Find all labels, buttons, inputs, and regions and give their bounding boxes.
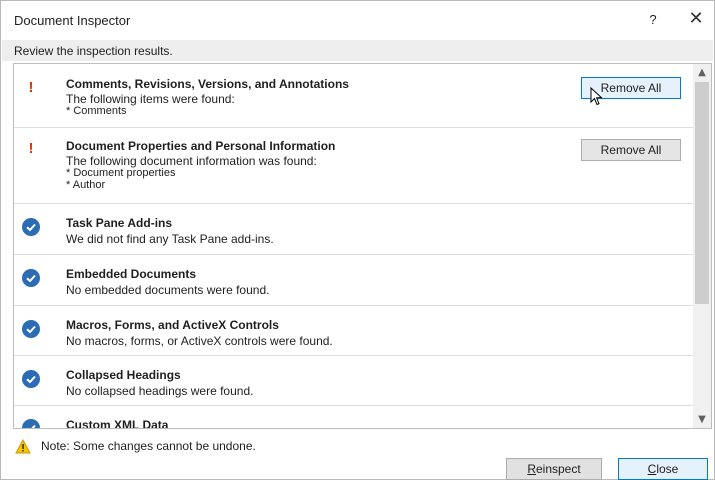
- help-button[interactable]: ?: [641, 7, 665, 33]
- result-title: Macros, Forms, and ActiveX Controls: [66, 318, 279, 332]
- result-description: No embedded documents were found.: [66, 283, 270, 297]
- scrollbar-thumb[interactable]: [695, 82, 709, 304]
- remove-all-properties-button[interactable]: Remove All: [581, 139, 681, 161]
- result-row-collapsed-headings: Collapsed Headings No collapsed headings…: [14, 356, 693, 406]
- result-row-document-properties: ! Document Properties and Personal Infor…: [14, 128, 693, 204]
- document-inspector-dialog: Document Inspector ? ✕ Review the inspec…: [0, 0, 715, 480]
- result-description: No collapsed headings were found.: [66, 384, 254, 398]
- result-description: The following items were found:: [66, 92, 235, 106]
- checkmark-icon: [22, 218, 40, 236]
- checkmark-icon: [22, 370, 40, 388]
- checkmark-icon: [22, 269, 40, 287]
- result-description: No macros, forms, or ActiveX controls we…: [66, 334, 333, 348]
- chevron-up-icon[interactable]: ▲: [693, 64, 711, 81]
- note-text: Note: Some changes cannot be undone.: [41, 439, 256, 453]
- checkmark-icon: [22, 320, 40, 338]
- mouse-cursor-icon: [590, 87, 603, 106]
- checkmark-icon: [22, 419, 40, 428]
- close-icon[interactable]: ✕: [683, 7, 709, 33]
- title-bar: Document Inspector ? ✕: [1, 1, 714, 39]
- result-row-custom-xml: Custom XML Data: [14, 406, 693, 429]
- result-detail: * Comments: [66, 105, 127, 117]
- result-description: We did not find any Task Pane add-ins.: [66, 232, 274, 246]
- warning-triangle-icon: [15, 439, 31, 454]
- dialog-title: Document Inspector: [14, 13, 131, 28]
- exclamation-icon: !: [28, 79, 34, 96]
- result-title: Collapsed Headings: [66, 368, 181, 382]
- reinspect-label: einspect: [535, 462, 581, 476]
- chevron-down-icon[interactable]: ▼: [693, 411, 711, 428]
- subtitle-bar: Review the inspection results.: [2, 40, 713, 61]
- result-title: Embedded Documents: [66, 267, 197, 281]
- vertical-scrollbar[interactable]: ▲ ▼: [693, 64, 711, 428]
- result-title: Document Properties and Personal Informa…: [66, 139, 336, 153]
- close-label: lose: [656, 462, 679, 476]
- result-title: Comments, Revisions, Versions, and Annot…: [66, 77, 349, 91]
- subtitle-text: Review the inspection results.: [14, 44, 173, 58]
- result-title: Custom XML Data: [66, 418, 169, 429]
- close-button[interactable]: Close: [618, 458, 708, 480]
- reinspect-button[interactable]: Reinspect: [506, 458, 602, 480]
- reinspect-access-key: R: [527, 462, 536, 476]
- result-detail: * Document properties: [66, 167, 176, 179]
- result-detail: * Author: [66, 179, 106, 191]
- exclamation-icon: !: [28, 140, 34, 157]
- result-row-embedded-documents: Embedded Documents No embedded documents…: [14, 255, 693, 306]
- result-description: The following document information was f…: [66, 154, 317, 168]
- results-list[interactable]: ! Comments, Revisions, Versions, and Ann…: [13, 63, 712, 429]
- result-title: Task Pane Add-ins: [66, 216, 173, 230]
- result-row-macros: Macros, Forms, and ActiveX Controls No m…: [14, 306, 693, 356]
- result-row-task-pane-addins: Task Pane Add-ins We did not find any Ta…: [14, 204, 693, 255]
